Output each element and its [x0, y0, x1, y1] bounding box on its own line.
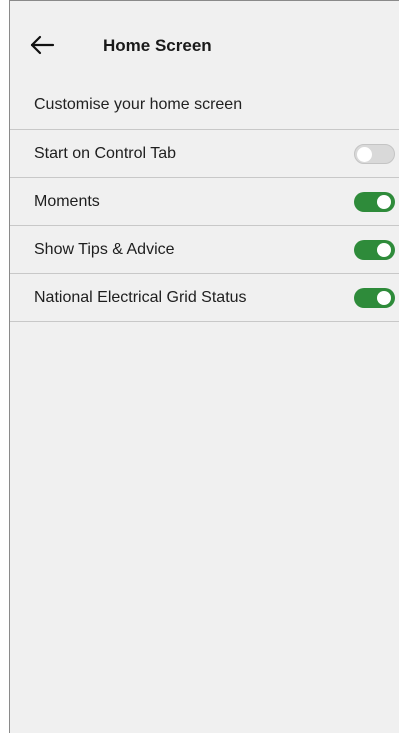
section-label: Customise your home screen	[34, 96, 243, 113]
setting-label: National Electrical Grid Status	[34, 289, 247, 306]
moments-toggle[interactable]	[354, 192, 395, 212]
page-title: Home Screen	[103, 36, 212, 55]
toggle-knob	[377, 291, 391, 305]
toggle-knob	[377, 243, 391, 257]
setting-row-start-on-control-tab[interactable]: Start on Control Tab	[10, 129, 399, 177]
show-tips-advice-toggle[interactable]	[354, 240, 395, 260]
back-button[interactable]	[28, 33, 58, 59]
setting-label: Start on Control Tab	[34, 145, 177, 162]
start-on-control-tab-toggle[interactable]	[354, 144, 395, 164]
settings-list: Start on Control Tab Moments Show Tips &…	[10, 129, 399, 322]
home-screen-settings: Home Screen Customise your home screen S…	[9, 0, 399, 733]
setting-row-show-tips-advice[interactable]: Show Tips & Advice	[10, 225, 399, 273]
setting-label: Show Tips & Advice	[34, 241, 175, 258]
header: Home Screen	[10, 1, 399, 87]
arrow-left-icon	[30, 35, 55, 55]
setting-row-grid-status[interactable]: National Electrical Grid Status	[10, 273, 399, 322]
setting-label: Moments	[34, 193, 100, 210]
toggle-knob	[377, 195, 391, 209]
setting-row-moments[interactable]: Moments	[10, 177, 399, 225]
grid-status-toggle[interactable]	[354, 288, 395, 308]
toggle-knob	[357, 147, 372, 162]
